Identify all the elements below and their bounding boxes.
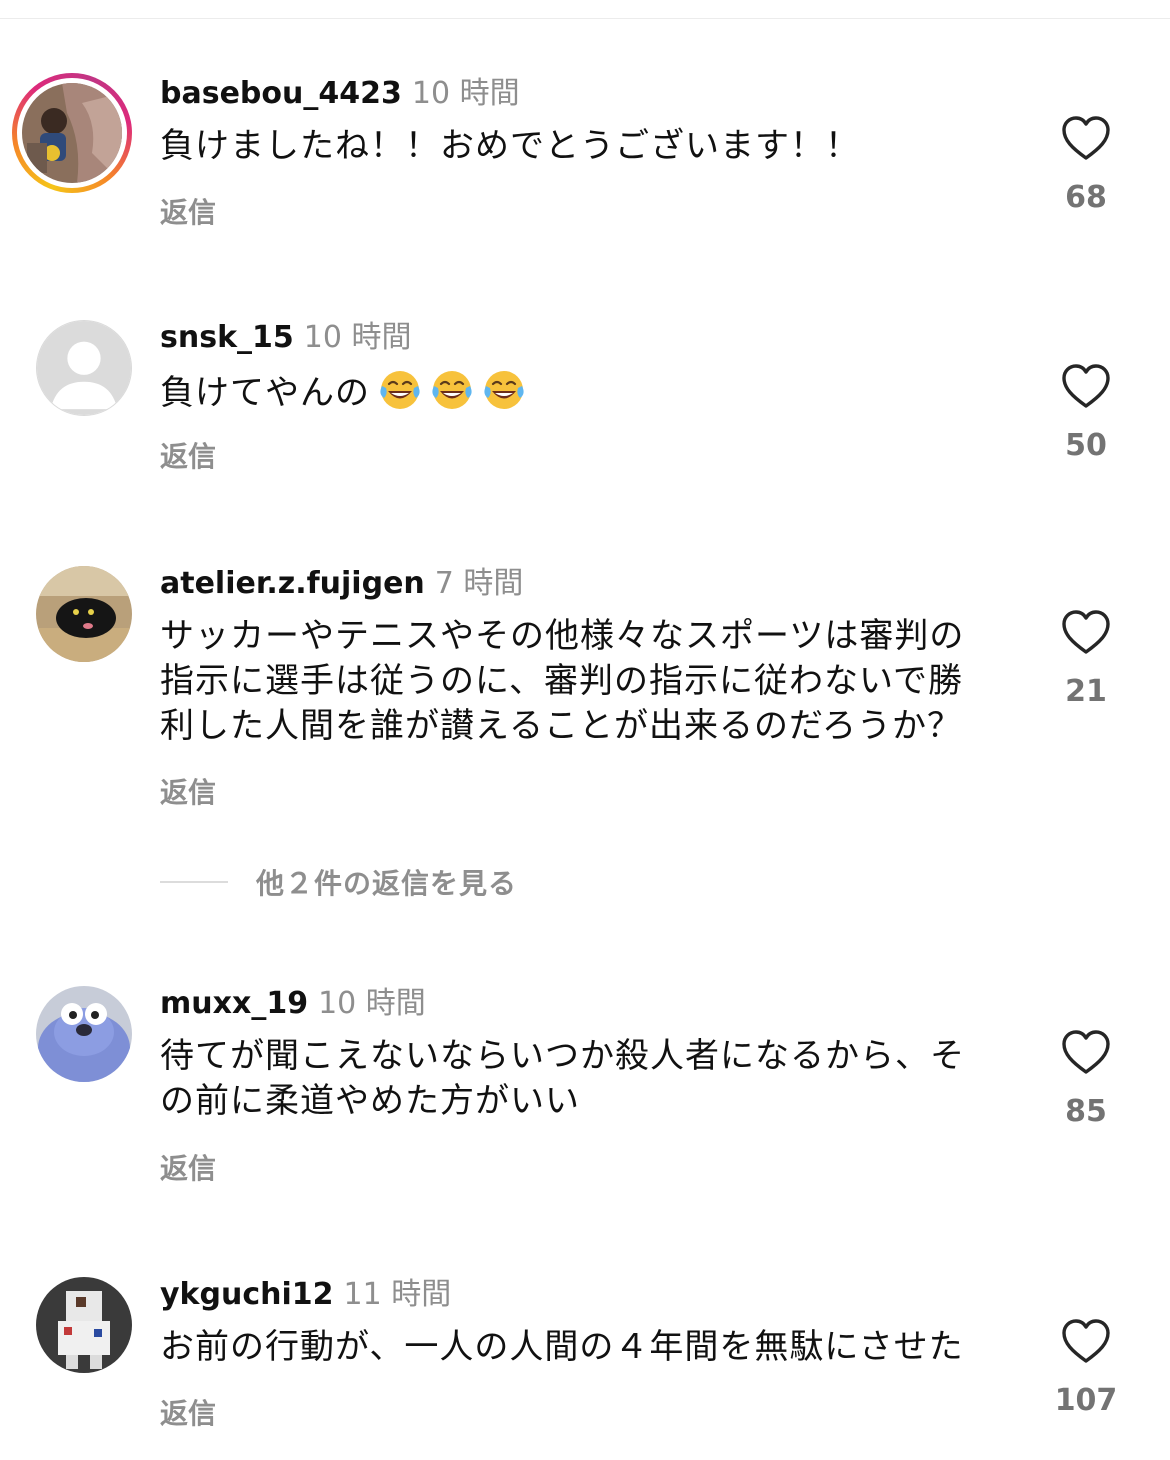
avatar: [22, 83, 122, 183]
heart-outline-icon: [1062, 116, 1110, 160]
username[interactable]: snsk_15: [160, 320, 294, 355]
username[interactable]: basebou_4423: [160, 76, 402, 111]
default-avatar-icon[interactable]: [36, 320, 132, 416]
like-button[interactable]: 21: [1040, 608, 1132, 710]
like-button[interactable]: 107: [1040, 1317, 1132, 1419]
view-replies-label: 他２件の返信を見る: [256, 867, 518, 900]
like-count: 21: [1065, 674, 1107, 709]
top-divider: [0, 18, 1170, 19]
like-button[interactable]: 85: [1040, 1028, 1132, 1130]
avatar-story-ring[interactable]: [12, 73, 132, 193]
comment-text-line: サッカーやテニスやその他様々なスポーツは審判の: [160, 616, 965, 656]
like-button[interactable]: 50: [1040, 362, 1132, 464]
timestamp: 10 時間: [411, 76, 520, 111]
comment-text-body: 負けてやんの: [160, 373, 370, 413]
comment-text-line: 利した人間を誰が讃えることが出来るのだろうか？: [160, 706, 962, 746]
username[interactable]: atelier.z.fujigen: [160, 566, 425, 601]
reply-button[interactable]: 返信: [160, 1397, 216, 1431]
like-count: 85: [1065, 1094, 1107, 1129]
view-replies-divider: [160, 881, 228, 883]
timestamp: 7 時間: [434, 566, 524, 601]
comment-header: muxx_19 10 時間: [160, 986, 426, 1022]
comment-text: 負けてやんの: [160, 368, 1010, 416]
face-with-tears-of-joy-icon: [380, 371, 420, 409]
comment-text: 待てが聞こえないならいつか殺人者になるから、そ の前に柔道やめた方がいい: [160, 1034, 1010, 1124]
comment-text-line: 待てが聞こえないならいつか殺人者になるから、そ: [160, 1036, 965, 1076]
timestamp: 10 時間: [318, 986, 426, 1021]
comment-header: atelier.z.fujigen 7 時間: [160, 566, 523, 602]
heart-outline-icon: [1062, 610, 1110, 654]
username[interactable]: muxx_19: [160, 986, 308, 1021]
heart-outline-icon: [1062, 364, 1110, 408]
avatar[interactable]: [36, 1277, 132, 1373]
like-button[interactable]: 68: [1040, 114, 1132, 216]
comment-text: 負けましたね！！おめでとうございます！！: [160, 126, 860, 166]
face-with-tears-of-joy-icon: [484, 371, 524, 409]
like-count: 50: [1065, 428, 1107, 463]
timestamp: 10 時間: [303, 320, 412, 355]
comment-header: ykguchi12 11 時間: [160, 1277, 451, 1313]
comment-header: snsk_15 10 時間: [160, 320, 412, 356]
reply-button[interactable]: 返信: [160, 440, 216, 474]
heart-outline-icon: [1062, 1030, 1110, 1074]
comment-text: お前の行動が、一人の人間の４年間を無駄にさせた: [160, 1327, 964, 1367]
timestamp: 11 時間: [343, 1277, 452, 1312]
comment-text: サッカーやテニスやその他様々なスポーツは審判の 指示に選手は従うのに、審判の指示…: [160, 614, 1010, 749]
like-count: 107: [1054, 1383, 1118, 1418]
view-more-replies-button[interactable]: 他２件の返信を見る: [160, 862, 517, 902]
like-count: 68: [1065, 180, 1107, 215]
username[interactable]: ykguchi12: [160, 1277, 334, 1312]
reply-button[interactable]: 返信: [160, 776, 216, 810]
reply-button[interactable]: 返信: [160, 1152, 216, 1186]
avatar[interactable]: [36, 986, 132, 1082]
heart-outline-icon: [1062, 1319, 1110, 1363]
face-with-tears-of-joy-icon: [432, 371, 472, 409]
comment-header: basebou_4423 10 時間: [160, 76, 520, 112]
reply-button[interactable]: 返信: [160, 196, 216, 230]
comment-text-line: 指示に選手は従うのに、審判の指示に従わないで勝: [160, 661, 963, 701]
comment-text-line: の前に柔道やめた方がいい: [160, 1081, 580, 1121]
avatar[interactable]: [36, 566, 132, 662]
